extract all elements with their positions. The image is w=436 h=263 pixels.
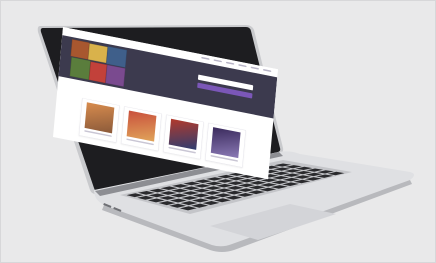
hero-heading <box>139 61 189 71</box>
cover-image <box>84 102 115 134</box>
nav-item[interactable] <box>213 59 222 63</box>
cover-image <box>168 118 199 150</box>
product-card[interactable] <box>120 106 162 152</box>
product-card[interactable] <box>162 114 204 160</box>
cover-image <box>210 127 241 159</box>
hero-books-image <box>69 39 128 87</box>
nav-item[interactable] <box>250 66 259 70</box>
cover-image <box>126 110 157 142</box>
nav-item[interactable] <box>225 61 235 65</box>
product-card[interactable] <box>78 97 120 143</box>
nav-item[interactable] <box>262 68 272 73</box>
nav-item[interactable] <box>238 64 247 68</box>
nav-item[interactable] <box>201 56 210 60</box>
product-card[interactable] <box>205 122 246 168</box>
